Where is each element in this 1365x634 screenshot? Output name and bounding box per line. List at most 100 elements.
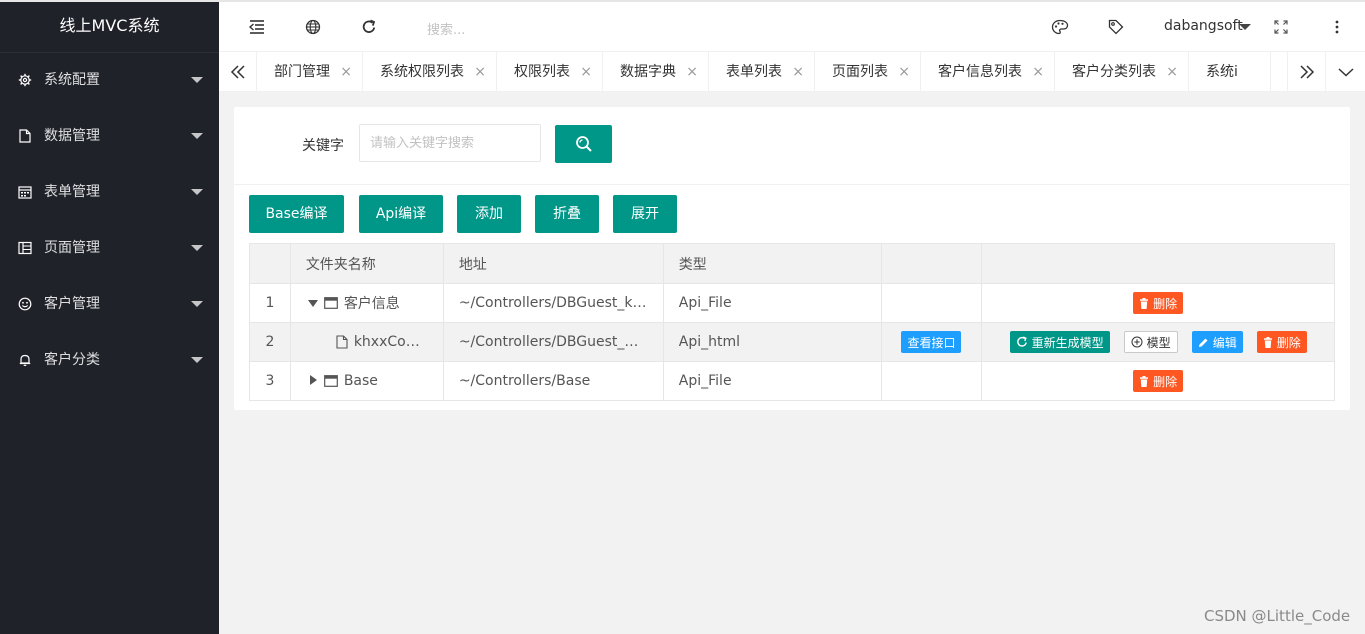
sidebar-item-label: 系统配置 — [44, 72, 100, 88]
table-header-row: 文件夹名称 地址 类型 — [249, 243, 1335, 284]
sidebar-item-page-manage[interactable]: 页面管理 — [0, 220, 219, 276]
app-title: 线上MVC系统 — [0, 0, 219, 52]
tab-label: 表单列表 — [726, 64, 782, 80]
calendar-icon — [18, 185, 32, 199]
type-cell: Api_File — [662, 283, 882, 323]
file-icon — [336, 335, 348, 349]
regenerate-model-button[interactable]: 重新生成模型 — [1009, 331, 1110, 353]
collapsed-arrow-icon[interactable] — [306, 373, 320, 389]
edit-button[interactable]: 编辑 — [1191, 331, 1243, 353]
tab-page-list[interactable]: 页面列表 × — [815, 52, 921, 91]
base-compile-button[interactable]: Base编译 — [249, 195, 344, 233]
caret-down-icon — [191, 189, 203, 195]
tab-permissions[interactable]: 权限列表 × — [497, 52, 603, 91]
sidebar-item-customer-manage[interactable]: 客户管理 — [0, 276, 219, 332]
close-icon[interactable]: × — [898, 52, 910, 91]
folder-name: Base — [343, 373, 378, 389]
delete-button[interactable]: 删除 — [1133, 370, 1184, 392]
table-row[interactable]: 2 khxxController ~/Controllers/DBGuest_k… — [249, 322, 1335, 362]
delete-button[interactable]: 删除 — [1133, 292, 1184, 314]
sidebar-item-form-manage[interactable]: 表单管理 — [0, 164, 219, 220]
tag-icon[interactable] — [1106, 17, 1126, 37]
fullscreen-icon[interactable] — [1271, 17, 1291, 37]
sidebar-item-customer-category[interactable]: 客户分类 — [0, 332, 219, 388]
search-icon — [575, 136, 592, 152]
api-compile-button[interactable]: Api编译 — [359, 195, 443, 233]
theme-palette-icon[interactable] — [1050, 17, 1070, 37]
caret-down-icon — [191, 245, 203, 251]
column-header: 文件夹名称 — [289, 243, 444, 284]
path-cell: ~/Controllers/DBGuest_khxx — [442, 283, 664, 323]
close-icon[interactable]: × — [1032, 52, 1044, 91]
table-row[interactable]: 1 客户信息 ~/Controllers/DBGuest_khxx Api_Fi… — [249, 283, 1335, 323]
add-button[interactable]: 添加 — [457, 195, 521, 233]
close-icon[interactable]: × — [580, 52, 592, 91]
delete-button[interactable]: 删除 — [1256, 331, 1307, 353]
api-cell — [880, 283, 983, 323]
trash-icon — [1140, 297, 1149, 309]
tab-department[interactable]: 部门管理 × — [257, 52, 363, 91]
content-card: 关键字 Base编译 Api编译 添加 折叠 展开 文件夹名称 地址 类型 1 — [234, 107, 1350, 410]
path-cell: ~/Controllers/DBGuest_khxx/khxxControlle… — [442, 322, 664, 362]
caret-down-icon[interactable] — [1239, 24, 1251, 30]
tab-list: 部门管理 × 系统权限列表 × 权限列表 × 数据字典 × 表单列表 × 页面列表 × 客户… — [257, 52, 1271, 91]
collapse-button[interactable]: 折叠 — [535, 195, 599, 233]
divider — [234, 184, 1350, 185]
row-index: 2 — [249, 322, 291, 362]
expand-button[interactable]: 展开 — [613, 195, 677, 233]
more-icon[interactable] — [1327, 17, 1347, 37]
tabs-scroll-left-icon[interactable] — [219, 52, 257, 91]
header-search[interactable]: 搜索... — [427, 19, 465, 38]
close-icon[interactable]: × — [792, 52, 804, 91]
tab-label: 页面列表 — [832, 64, 888, 80]
delete-label: 删除 — [1153, 296, 1178, 311]
close-icon[interactable]: × — [340, 52, 352, 91]
caret-down-icon — [191, 357, 203, 363]
watermark: CSDN @Little_Code — [1204, 607, 1351, 625]
gear-icon — [18, 73, 32, 87]
tab-system-overflow[interactable]: 系统i — [1189, 52, 1271, 91]
sidebar: 线上MVC系统 系统配置 数据管理 表单管理 页面管理 客户管理 客户分类 — [0, 0, 219, 634]
sidebar-item-data-manage[interactable]: 数据管理 — [0, 108, 219, 164]
actions-cell: 重新生成模型 模型 编辑 删除 — [981, 322, 1335, 362]
table-row[interactable]: 3 Base ~/Controllers/Base Api_File 删除 — [249, 361, 1335, 401]
refresh-icon — [1016, 336, 1027, 347]
tab-customer-info-list[interactable]: 客户信息列表 × — [921, 52, 1055, 91]
window-icon — [323, 297, 338, 309]
actions-cell: 删除 — [981, 283, 1335, 323]
window-icon — [323, 375, 338, 387]
tab-system-permissions[interactable]: 系统权限列表 × — [363, 52, 497, 91]
path-text: ~/Controllers/Base — [458, 373, 591, 389]
path-cell: ~/Controllers/Base — [442, 361, 664, 401]
row-index: 3 — [249, 361, 291, 401]
tab-label: 权限列表 — [514, 64, 570, 80]
tab-customer-category-list[interactable]: 客户分类列表 × — [1055, 52, 1189, 91]
close-icon[interactable]: × — [686, 52, 698, 91]
name-cell: Base — [289, 361, 444, 401]
tab-label: 系统i — [1206, 64, 1238, 80]
delete-label: 删除 — [1153, 374, 1178, 389]
column-header: 类型 — [662, 243, 882, 284]
api-cell — [880, 361, 983, 401]
expanded-arrow-icon[interactable] — [306, 295, 320, 311]
shrink-menu-icon[interactable] — [247, 17, 267, 37]
tabs-menu-chevron-down-icon[interactable] — [1325, 52, 1365, 91]
tabs-scroll-right-icon[interactable] — [1287, 52, 1325, 91]
caret-down-icon — [191, 301, 203, 307]
pencil-icon — [1198, 338, 1208, 347]
keyword-search-input[interactable] — [359, 124, 541, 162]
actions-cell: 删除 — [981, 361, 1335, 401]
username[interactable]: dabangsoft — [1164, 18, 1243, 34]
view-api-button[interactable]: 查看接口 — [901, 331, 962, 353]
model-button[interactable]: 模型 — [1123, 331, 1178, 353]
close-icon[interactable]: × — [1166, 52, 1178, 91]
tab-data-dictionary[interactable]: 数据字典 × — [603, 52, 709, 91]
tab-form-list[interactable]: 表单列表 × — [709, 52, 815, 91]
sidebar-item-system-config[interactable]: 系统配置 — [0, 52, 219, 108]
globe-icon[interactable] — [303, 17, 323, 37]
close-icon[interactable]: × — [474, 52, 486, 91]
refresh-icon[interactable] — [359, 17, 379, 37]
search-button[interactable] — [555, 125, 612, 163]
caret-down-icon — [191, 77, 203, 83]
smile-icon — [18, 297, 32, 311]
